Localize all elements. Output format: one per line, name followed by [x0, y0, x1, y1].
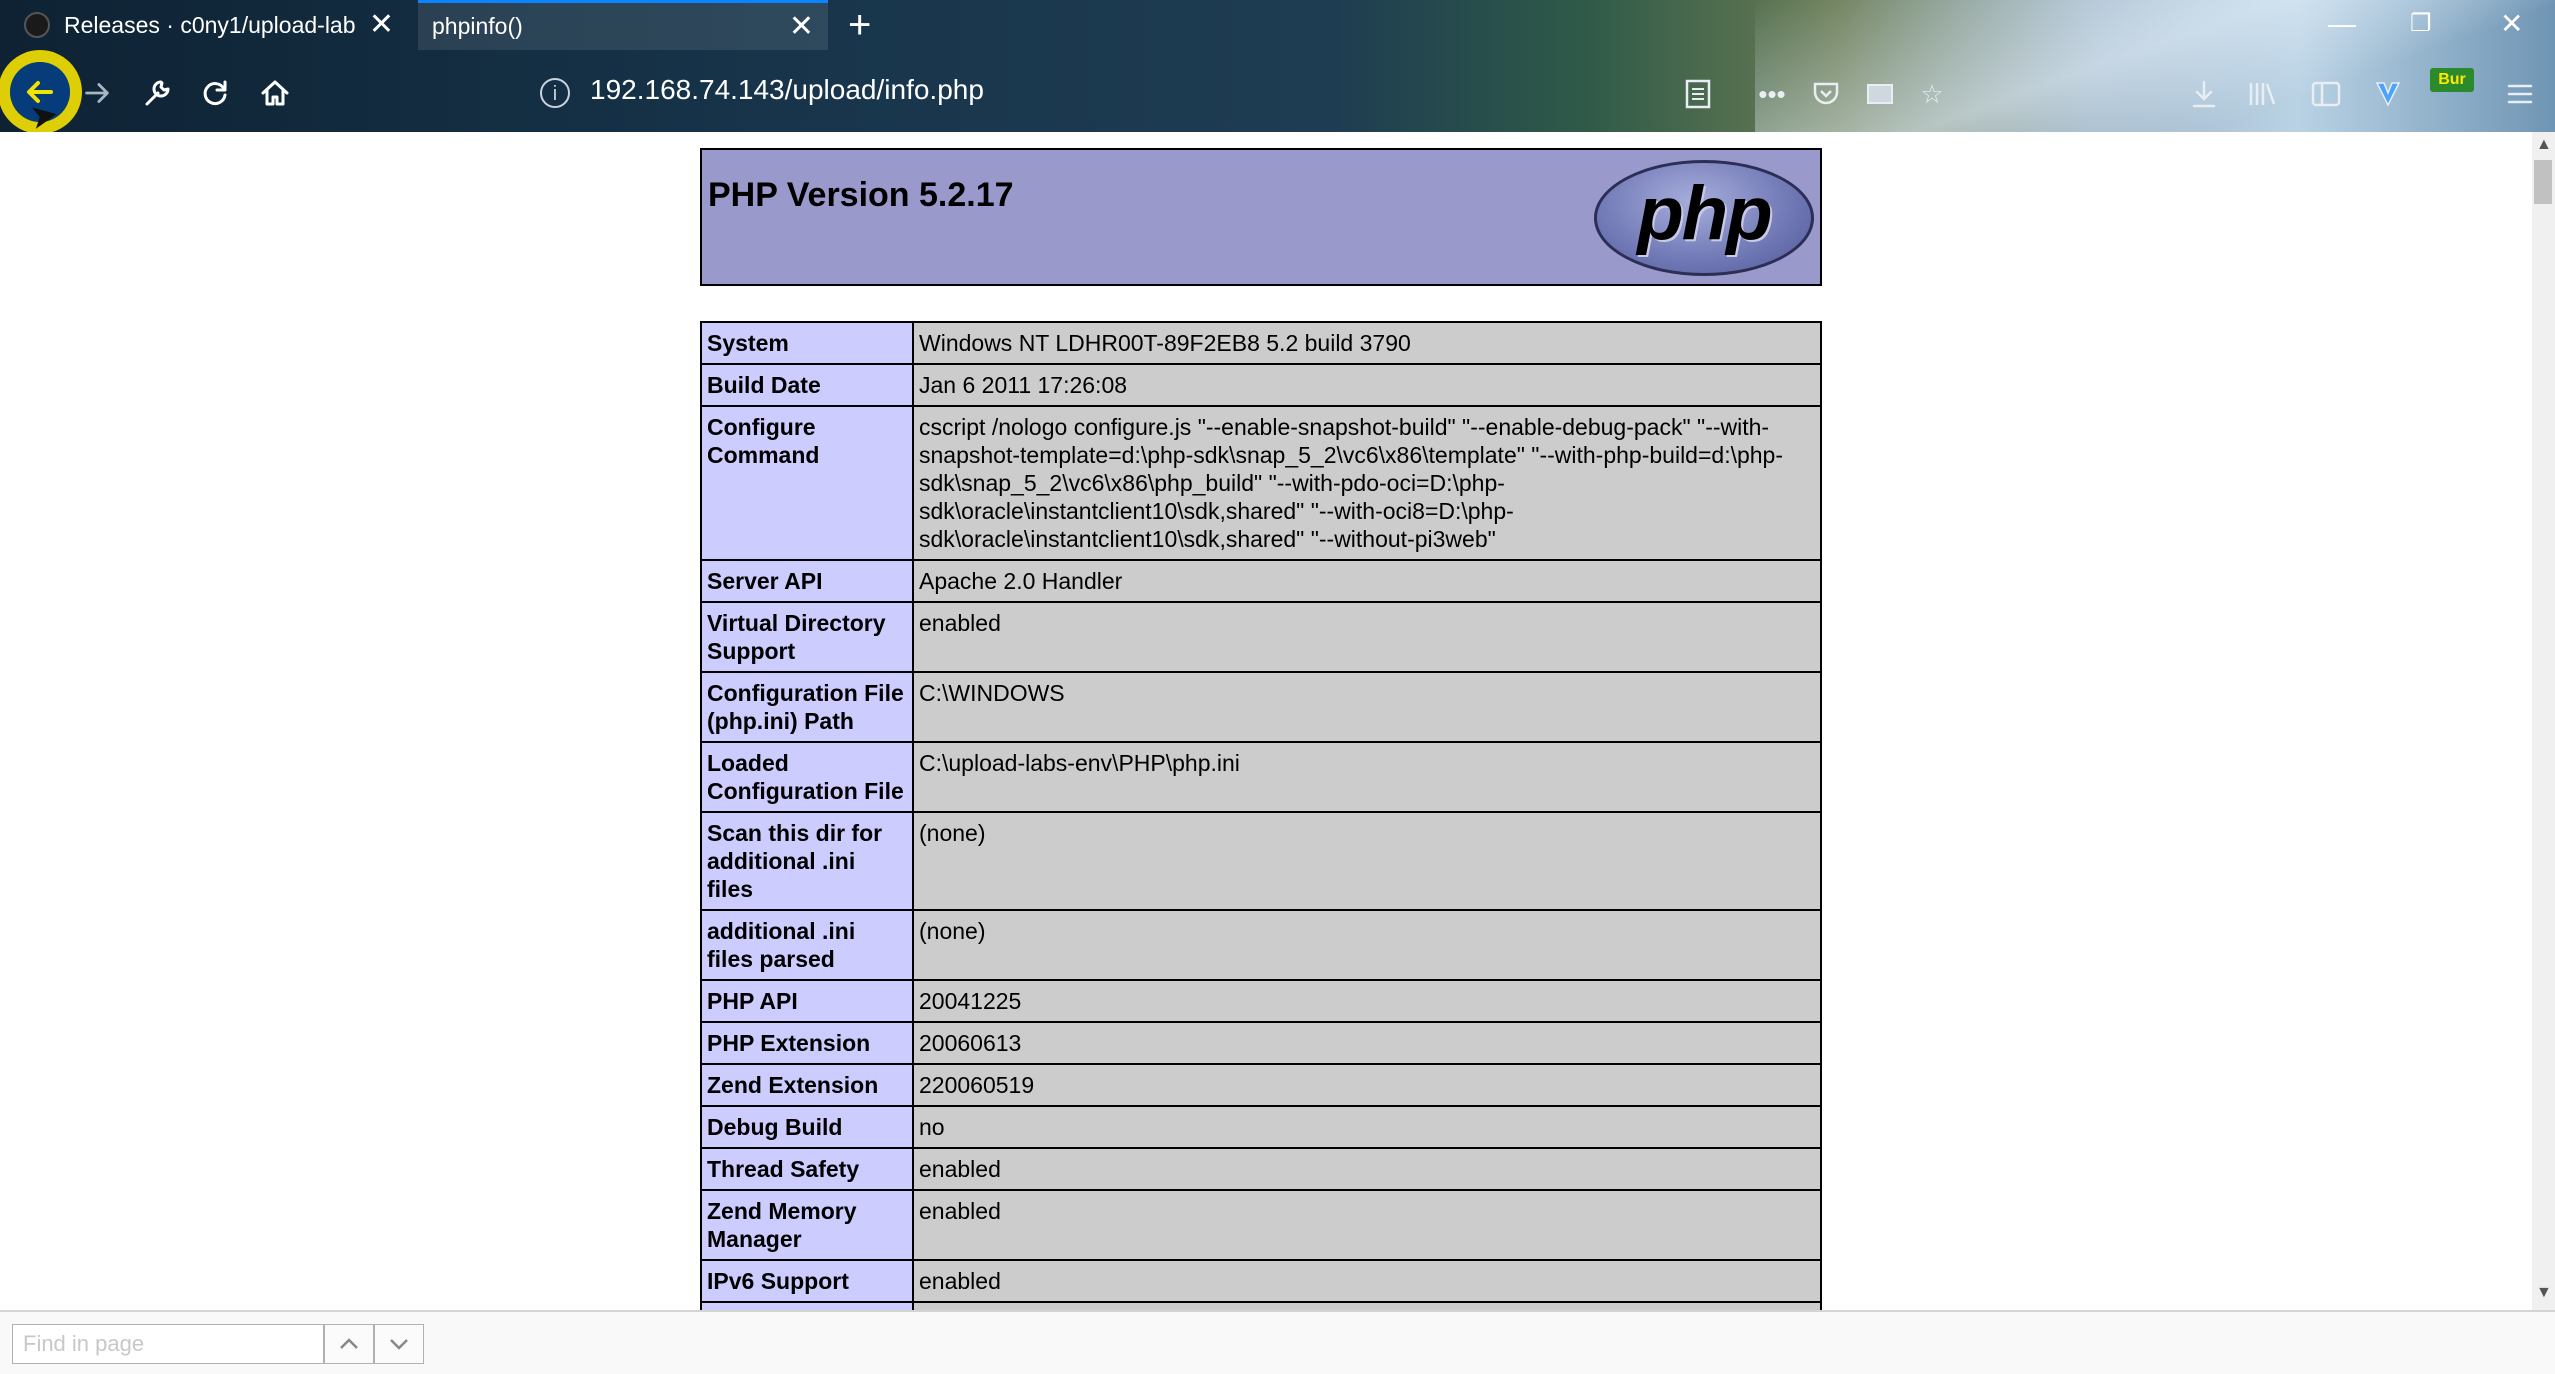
- address-bar[interactable]: 192.168.74.143/upload/info.php: [590, 74, 984, 106]
- row-value: enabled: [912, 601, 1822, 673]
- scroll-down-icon[interactable]: ▼: [2536, 1284, 2552, 1302]
- row-key: Configure Command: [700, 405, 914, 561]
- row-value: Windows NT LDHR00T-89F2EB8 5.2 build 379…: [912, 321, 1822, 365]
- wrench-icon[interactable]: [134, 70, 180, 116]
- row-value: enabled: [912, 1147, 1822, 1191]
- row-key: additional .ini files parsed: [700, 909, 914, 981]
- row-key: Debug Build: [700, 1105, 914, 1149]
- star-icon[interactable]: ☆: [1914, 76, 1950, 112]
- row-value: enabled: [912, 1259, 1822, 1303]
- new-tab-button[interactable]: +: [848, 2, 871, 48]
- chevron-up-icon[interactable]: [324, 1324, 374, 1364]
- shield-icon[interactable]: [2370, 76, 2406, 112]
- row-key: Registered PHP Streams: [700, 1301, 914, 1310]
- row-value: (none): [912, 811, 1822, 911]
- table-row: Debug Build no: [700, 1105, 1822, 1149]
- row-key: Thread Safety: [700, 1147, 914, 1191]
- info-icon[interactable]: i: [540, 78, 570, 108]
- chevron-down-icon[interactable]: [374, 1324, 424, 1364]
- window-close-icon[interactable]: ✕: [2500, 6, 2523, 42]
- table-row: IPv6 Support enabled: [700, 1259, 1822, 1303]
- row-key: System: [700, 321, 914, 365]
- hamburger-menu-icon[interactable]: [2502, 76, 2538, 112]
- row-key: Virtual Directory Support: [700, 601, 914, 673]
- phpinfo-header: PHP Version 5.2.17 php: [700, 148, 1822, 286]
- more-icon[interactable]: •••: [1754, 76, 1790, 112]
- row-value: C:\upload-labs-env\PHP\php.ini: [912, 741, 1822, 813]
- tab-releases[interactable]: Releases · c0ny1/upload-lab ✕: [10, 0, 408, 50]
- table-row: Loaded Configuration File C:\upload-labs-…: [700, 741, 1822, 813]
- row-key: IPv6 Support: [700, 1259, 914, 1303]
- row-value: (none): [912, 909, 1822, 981]
- vertical-scrollbar[interactable]: [2532, 132, 2555, 1310]
- download-icon[interactable]: [2186, 76, 2222, 112]
- table-row: additional .ini files parsed (none): [700, 909, 1822, 981]
- minimize-icon[interactable]: —: [2328, 6, 2356, 42]
- table-row: Build Date Jan 6 2011 17:26:08: [700, 363, 1822, 407]
- screenshot-icon[interactable]: [1862, 76, 1898, 112]
- row-value: Apache 2.0 Handler: [912, 559, 1822, 603]
- tab-label: Releases · c0ny1/upload-lab: [64, 11, 356, 38]
- scroll-up-icon[interactable]: ▲: [2536, 136, 2552, 154]
- row-key: Scan this dir for additional .ini files: [700, 811, 914, 911]
- restore-icon[interactable]: ❐: [2410, 6, 2432, 42]
- sidebar-icon[interactable]: [2308, 76, 2344, 112]
- table-row: System Windows NT LDHR00T-89F2EB8 5.2 bui…: [700, 321, 1822, 365]
- row-value: 20041225: [912, 979, 1822, 1023]
- row-value: C:\WINDOWS: [912, 671, 1822, 743]
- phpinfo-table: System Windows NT LDHR00T-89F2EB8 5.2 bui…: [700, 321, 1822, 1310]
- close-icon[interactable]: ✕: [789, 11, 814, 42]
- table-row: Thread Safety enabled: [700, 1147, 1822, 1191]
- github-icon: [24, 12, 50, 38]
- burp-extension-badge[interactable]: Bur: [2430, 68, 2474, 92]
- row-value: 220060519: [912, 1063, 1822, 1107]
- table-row: PHP Extension 20060613: [700, 1021, 1822, 1065]
- table-row: Virtual Directory Support enabled: [700, 601, 1822, 673]
- row-value: cscript /nologo configure.js "--enable-s…: [912, 405, 1822, 561]
- page-title: PHP Version 5.2.17: [708, 176, 1014, 214]
- close-icon[interactable]: ✕: [369, 10, 394, 40]
- reload-icon[interactable]: [192, 70, 238, 116]
- php-logo[interactable]: php: [1594, 160, 1814, 276]
- row-value: Jan 6 2011 17:26:08: [912, 363, 1822, 407]
- row-key: PHP Extension: [700, 1021, 914, 1065]
- find-bar: [0, 1310, 2555, 1374]
- theme-background: [1755, 0, 2555, 132]
- row-value: php, file, data, http, ftp, compress.zli…: [912, 1301, 1822, 1310]
- row-key: Configuration File (php.ini) Path: [700, 671, 914, 743]
- row-key: Loaded Configuration File: [700, 741, 914, 813]
- php-logo-text: php: [1637, 170, 1772, 256]
- table-row: Registered PHP Streamsphp, file, data, h…: [700, 1301, 1822, 1310]
- table-row: Scan this dir for additional .ini files(…: [700, 811, 1822, 911]
- table-row: Server API Apache 2.0 Handler: [700, 559, 1822, 603]
- row-value: 20060613: [912, 1021, 1822, 1065]
- find-input[interactable]: [12, 1324, 324, 1364]
- library-icon[interactable]: [2244, 76, 2280, 112]
- table-row: Zend Memory Manager enabled: [700, 1189, 1822, 1261]
- row-key: Zend Extension: [700, 1063, 914, 1107]
- row-key: Build Date: [700, 363, 914, 407]
- row-key: PHP API: [700, 979, 914, 1023]
- browser-toolbar: Releases · c0ny1/upload-lab ✕ phpinfo() …: [0, 0, 2555, 137]
- row-value: no: [912, 1105, 1822, 1149]
- scrollbar-thumb[interactable]: [2534, 160, 2552, 204]
- reader-view-icon[interactable]: [1680, 76, 1716, 112]
- tab-phpinfo[interactable]: phpinfo() ✕: [418, 0, 828, 50]
- row-key: Zend Memory Manager: [700, 1189, 914, 1261]
- page-content: PHP Version 5.2.17 php System Windows NT …: [0, 132, 2532, 1310]
- table-row: Configure Command cscript /nologo configu…: [700, 405, 1822, 561]
- row-key: Server API: [700, 559, 914, 603]
- home-icon[interactable]: [252, 70, 298, 116]
- table-row: PHP API 20041225: [700, 979, 1822, 1023]
- row-value: enabled: [912, 1189, 1822, 1261]
- tab-label: phpinfo(): [432, 13, 523, 39]
- pocket-icon[interactable]: [1808, 76, 1844, 112]
- table-row: Configuration File (php.ini) Path C:\WIND…: [700, 671, 1822, 743]
- arrow-right-icon[interactable]: [74, 70, 120, 116]
- table-row: Zend Extension 220060519: [700, 1063, 1822, 1107]
